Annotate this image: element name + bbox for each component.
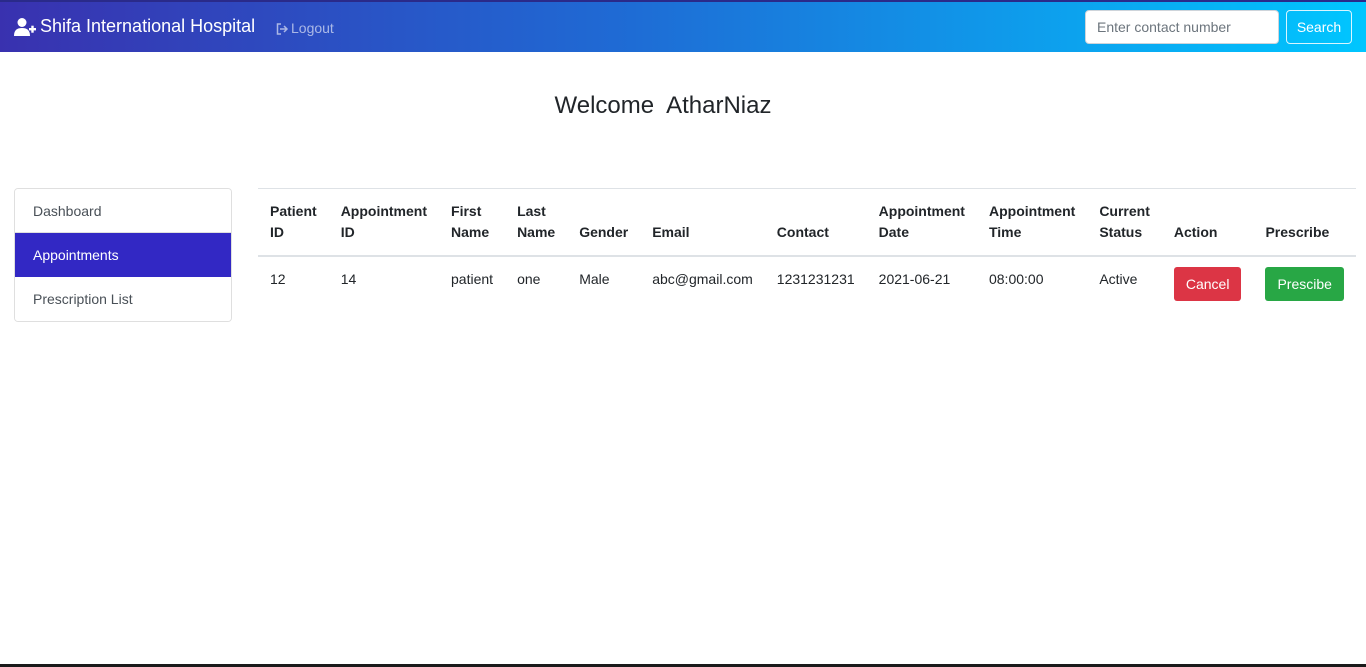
cell-gender: Male — [579, 271, 610, 287]
column-header-gender: Gender — [567, 188, 641, 257]
column-header-first-name: First Name — [439, 188, 506, 257]
contact-search-input[interactable] — [1085, 10, 1279, 44]
cell-first-name: patient — [451, 271, 494, 287]
cell-action: Cancel — [1162, 256, 1254, 313]
column-header-action: Action — [1161, 188, 1254, 257]
welcome-heading: Welcome AtharNiaz — [554, 92, 772, 119]
prescribe-button[interactable]: Prescibe — [1265, 267, 1344, 301]
navbar-brand[interactable]: Shifa International Hospital — [14, 16, 255, 37]
sidebar-item-appointments[interactable]: Appointments — [15, 233, 231, 277]
cell-prescribe: Prescibe — [1253, 256, 1355, 313]
column-header-appointment-date: Appointment Date — [866, 188, 977, 257]
column-header-patient-id: Patient ID — [258, 188, 329, 257]
column-header-appointment-id: Appointment ID — [328, 188, 440, 257]
column-header-contact: Contact — [764, 188, 867, 257]
search-button[interactable]: Search — [1286, 10, 1352, 44]
sign-out-icon — [276, 22, 289, 35]
table-header-row: Patient ID Appointment ID First Name Las… — [258, 188, 1356, 257]
cell-last-name: one — [517, 271, 541, 287]
table-row: 12 14 patient one Male abc@gmail.com 123… — [258, 256, 1356, 313]
cell-contact: 1231231231 — [776, 271, 855, 287]
cell-appointment-time: 08:00:00 — [988, 271, 1044, 287]
logout-label: Logout — [291, 20, 334, 36]
cell-status: Active — [1099, 271, 1138, 287]
cell-appointment-date: 2021-06-21 — [878, 271, 951, 287]
cell-appointment-id: 14 — [340, 271, 357, 287]
column-header-appointment-time: Appointment Time — [976, 188, 1088, 257]
column-header-last-name: Last Name — [505, 188, 568, 257]
sidebar-nav: Dashboard Appointments Prescription List — [14, 188, 232, 322]
appointments-table: Patient ID Appointment ID First Name Las… — [258, 188, 1356, 313]
appointments-table-container: Patient ID Appointment ID First Name Las… — [258, 188, 1356, 313]
column-header-current-status: Current Status — [1087, 188, 1162, 257]
sidebar-item-prescription-list[interactable]: Prescription List — [15, 277, 231, 321]
navbar: Shifa International Hospital Logout Sear… — [0, 0, 1366, 52]
column-header-prescribe: Prescribe — [1253, 188, 1356, 257]
user-plus-icon — [14, 17, 36, 37]
brand-name: Shifa International Hospital — [40, 16, 256, 36]
cancel-button[interactable]: Cancel — [1173, 267, 1242, 301]
column-header-email: Email — [640, 188, 765, 257]
cell-patient-id: 12 — [270, 271, 286, 287]
logout-link[interactable]: Logout — [276, 20, 334, 36]
cell-email: abc@gmail.com — [652, 271, 753, 287]
sidebar-item-dashboard[interactable]: Dashboard — [15, 189, 231, 233]
